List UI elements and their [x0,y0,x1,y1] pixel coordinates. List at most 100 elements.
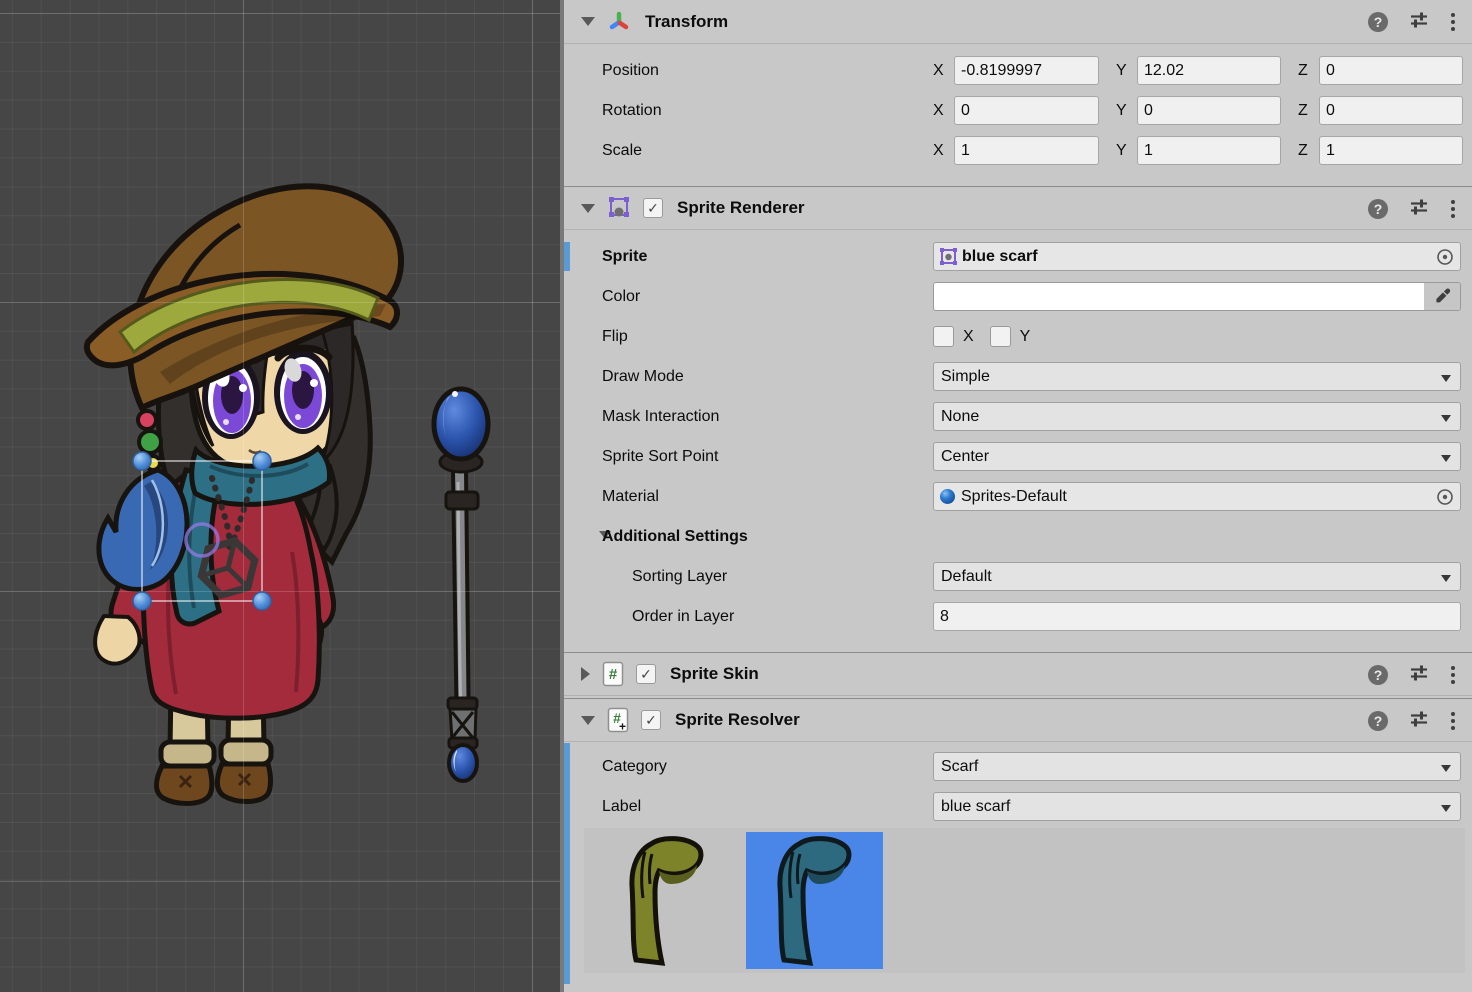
presets-icon[interactable] [1409,197,1429,222]
label-label: Label [602,798,641,816]
sprite-skin-header[interactable]: # ✓ Sprite Skin ? [564,652,1472,696]
object-picker-icon[interactable] [1435,247,1455,272]
sorting-layer-dropdown[interactable]: Default [933,562,1461,591]
color-row: Color [564,282,1472,311]
flip-x-checkbox[interactable] [933,326,954,347]
color-swatch[interactable] [934,283,1424,310]
transform-header[interactable]: Transform ? [564,0,1472,44]
axis-z-label: Z [1298,142,1319,160]
axis-y-label: Y [1116,62,1137,80]
mask-interaction-dropdown[interactable]: None [933,402,1461,431]
draw-mode-value: Simple [941,368,990,386]
inspector-panel: Transform ? Position X-0.8199997 Y12.02 … [564,0,1472,992]
rotation-y-field[interactable]: 0 [1137,96,1281,125]
more-menu-icon[interactable] [1451,712,1455,730]
position-y-field[interactable]: 12.02 [1137,56,1281,85]
help-icon[interactable]: ? [1368,665,1388,685]
order-in-layer-field[interactable]: 8 [933,602,1461,631]
sprite-thumb-icon [939,247,958,266]
staff-sprite[interactable] [434,389,488,781]
order-in-layer-row: Order in Layer 8 [564,602,1472,631]
sprite-renderer-icon [607,196,631,220]
sprite-value: blue scarf [962,248,1038,266]
component-title: Sprite Skin [670,664,759,684]
more-menu-icon[interactable] [1451,666,1455,684]
sprite-label: Sprite [602,248,647,266]
draw-mode-row: Draw Mode Simple [564,362,1472,391]
thumbnail-blue-scarf-selected[interactable] [746,832,883,969]
foldout-icon[interactable] [581,204,595,213]
rotation-row: Rotation X0 Y0 Z0 [564,96,1472,125]
sprite-sort-point-label: Sprite Sort Point [602,448,719,466]
label-value: blue scarf [941,798,1010,816]
scale-x-field[interactable]: 1 [954,136,1099,165]
category-dropdown[interactable]: Scarf [933,752,1461,781]
axis-y-label: Y [1116,102,1137,120]
component-enabled-checkbox[interactable]: ✓ [636,664,656,684]
axis-y-label: Y [1116,142,1137,160]
material-label: Material [602,488,659,506]
category-row: Category Scarf [564,752,1472,781]
additional-settings-row[interactable]: Additional Settings [564,522,1472,551]
sorting-layer-value: Default [941,568,992,586]
svg-text:#: # [609,666,618,683]
sprite-object-field[interactable]: blue scarf [933,242,1461,271]
draw-mode-label: Draw Mode [602,368,684,386]
position-x-field[interactable]: -0.8199997 [954,56,1099,85]
scale-label: Scale [602,142,642,160]
component-title: Sprite Renderer [677,198,805,218]
flip-label: Flip [602,328,628,346]
sprite-renderer-header[interactable]: ✓ Sprite Renderer ? [564,186,1472,230]
more-menu-icon[interactable] [1451,13,1455,31]
sprite-sort-point-dropdown[interactable]: Center [933,442,1461,471]
rotation-z-field[interactable]: 0 [1319,96,1463,125]
sprite-resolver-header[interactable]: # + ✓ Sprite Resolver ? [564,698,1472,742]
object-picker-icon[interactable] [1435,487,1455,512]
presets-icon[interactable] [1409,10,1429,35]
draw-mode-dropdown[interactable]: Simple [933,362,1461,391]
sprite-variant-strip [584,828,1465,973]
help-icon[interactable]: ? [1368,711,1388,731]
sprite-row: Sprite blue scarf [564,242,1472,271]
material-object-field[interactable]: Sprites-Default [933,482,1461,511]
axis-x-label: X [933,142,954,160]
component-title: Transform [645,12,728,32]
rotation-x-field[interactable]: 0 [954,96,1099,125]
sprite-sort-point-row: Sprite Sort Point Center [564,442,1472,471]
mask-interaction-value: None [941,408,979,426]
transform-icon [607,10,631,34]
material-row: Material Sprites-Default [564,482,1472,511]
axis-x-label: X [933,102,954,120]
component-enabled-checkbox[interactable]: ✓ [641,710,661,730]
mask-interaction-row: Mask Interaction None [564,402,1472,431]
help-icon[interactable]: ? [1368,12,1388,32]
component-enabled-checkbox[interactable]: ✓ [643,198,663,218]
axis-x-label: X [933,62,954,80]
scene-canvas [0,0,560,992]
order-in-layer-label: Order in Layer [632,608,734,626]
scale-row: Scale X1 Y1 Z1 [564,136,1472,165]
color-field[interactable] [933,282,1461,311]
flip-y-label: Y [1020,328,1031,346]
foldout-icon[interactable] [581,17,595,26]
thumbnail-green-scarf[interactable] [598,832,735,969]
sprite-sort-point-value: Center [941,448,989,466]
presets-icon[interactable] [1409,709,1429,734]
foldout-icon[interactable] [581,716,595,725]
scene-view[interactable] [0,0,560,992]
label-row: Label blue scarf [564,792,1472,821]
additional-settings-label: Additional Settings [602,528,748,546]
component-title: Sprite Resolver [675,710,800,730]
flip-y-checkbox[interactable] [990,326,1011,347]
foldout-icon[interactable] [581,667,590,681]
position-z-field[interactable]: 0 [1319,56,1463,85]
scale-y-field[interactable]: 1 [1137,136,1281,165]
label-dropdown[interactable]: blue scarf [933,792,1461,821]
mask-interaction-label: Mask Interaction [602,408,719,426]
eyedropper-icon[interactable] [1424,283,1460,310]
scale-z-field[interactable]: 1 [1319,136,1463,165]
help-icon[interactable]: ? [1368,199,1388,219]
more-menu-icon[interactable] [1451,200,1455,218]
svg-text:+: + [619,720,626,734]
presets-icon[interactable] [1409,663,1429,688]
